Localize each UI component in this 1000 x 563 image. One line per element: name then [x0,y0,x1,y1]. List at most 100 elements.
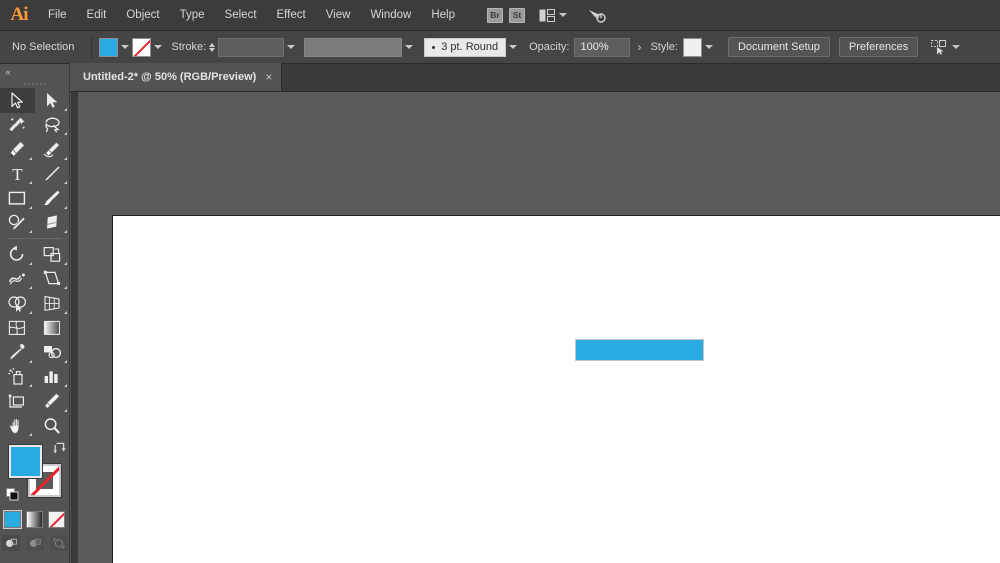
canvas-area[interactable] [71,92,1000,563]
menu-item-window[interactable]: Window [360,0,421,31]
menu-item-file[interactable]: File [38,0,77,31]
paintbrush-tool[interactable] [35,186,70,211]
width-tool[interactable] [0,267,35,292]
rotate-tool-icon [9,245,24,262]
stroke-weight-label: Stroke: [171,41,207,53]
draw-normal-button[interactable] [1,535,20,551]
menu-item-type[interactable]: Type [170,0,215,31]
color-mode-button[interactable] [3,510,22,529]
stroke-swatch-dropdown[interactable] [151,38,165,57]
lasso-tool[interactable] [35,113,70,138]
document-setup-button[interactable]: Document Setup [727,37,830,57]
opacity-label: Opacity: [529,41,570,53]
fill-color-swatch[interactable] [99,37,119,57]
symbol-sprayer-tool-icon [7,367,23,385]
stroke-weight-input[interactable] [218,37,285,57]
free-transform-tool[interactable] [35,267,70,292]
blend-tool[interactable] [35,340,70,365]
menu-item-select[interactable]: Select [215,0,267,31]
brush-definition-label: 3 pt. Round [441,41,499,53]
pen-tool[interactable] [0,137,35,162]
opacity-more-options-button[interactable]: › [630,40,648,54]
artboard-tool-icon [8,394,25,408]
artboard-tool[interactable] [0,389,35,414]
collapse-tools-panel-button[interactable]: « [0,64,70,79]
zoom-tool[interactable] [35,414,70,439]
swap-fill-stroke-icon[interactable] [52,442,66,458]
tool-group-indicator [63,261,67,265]
mesh-tool[interactable] [0,316,35,341]
graphic-style-dropdown[interactable] [702,38,716,57]
menu-bar: Ai File Edit Object Type Select Effect V… [0,0,1000,31]
variable-width-profile-input[interactable] [304,37,403,57]
stepper-down-icon [209,47,216,52]
gradient-mode-button[interactable] [26,511,43,528]
default-swatch-glyph [5,488,18,501]
blue-rectangle[interactable] [575,339,704,361]
shaper-tool[interactable] [0,211,35,236]
tools-panel-grip[interactable] [0,79,70,88]
chevron-down-icon [559,13,567,17]
rotate-tool[interactable] [0,242,35,267]
menu-item-view[interactable]: View [316,0,361,31]
select-similar-objects-icon [931,39,947,55]
paintbrush-tool-icon [44,190,60,206]
draw-inside-button[interactable] [49,535,68,551]
menu-item-object[interactable]: Object [116,0,169,31]
line-segment-tool[interactable] [35,162,70,187]
shape-builder-tool[interactable] [0,291,35,316]
rectangle-tool[interactable] [0,186,35,211]
menu-item-edit[interactable]: Edit [77,0,117,31]
bridge-icon[interactable]: Br [487,7,503,23]
preferences-button[interactable]: Preferences [838,37,919,57]
variable-width-profile-dropdown[interactable] [402,38,416,57]
stroke-weight-dropdown[interactable] [284,38,298,57]
artboard[interactable] [112,215,1000,563]
selection-tool[interactable] [0,88,35,113]
close-icon[interactable]: × [265,71,272,83]
menu-item-help[interactable]: Help [421,0,465,31]
fill-swatch[interactable] [7,444,43,479]
menu-item-effect[interactable]: Effect [267,0,316,31]
stock-icon[interactable]: St [509,7,525,23]
draw-behind-button[interactable] [25,535,44,551]
type-tool-icon: T [12,165,23,182]
column-graph-tool-icon [44,371,58,384]
perspective-grid-tool[interactable] [35,291,70,316]
magic-wand-tool[interactable] [0,113,35,138]
shaper-tool-icon [8,214,25,231]
tool-group-indicator [28,261,32,265]
direct-selection-tool-icon [46,92,57,108]
chevron-down-icon [952,45,961,49]
curvature-tool[interactable] [35,137,70,162]
workspace-switcher-icon[interactable] [587,7,607,24]
hand-tool[interactable] [0,414,35,439]
document-tab[interactable]: Untitled-2* @ 50% (RGB/Preview) × [70,63,283,91]
selection-status: No Selection [12,41,75,53]
default-fill-stroke-icon[interactable] [5,488,19,504]
opacity-input[interactable]: 100% [574,37,631,57]
direct-selection-tool[interactable] [35,88,70,113]
fill-swatch-dropdown[interactable] [118,38,132,57]
brush-definition-select[interactable]: 3 pt. Round [424,37,507,57]
stroke-weight-stepper[interactable] [206,42,218,52]
column-graph-tool[interactable] [35,365,70,390]
brush-definition-dropdown[interactable] [506,38,520,57]
illustrator-window: Ai File Edit Object Type Select Effect V… [0,0,1000,563]
tool-group-indicator [28,384,32,387]
arrange-documents-icon[interactable] [539,8,567,22]
shape-builder-tool-icon [7,296,26,312]
tool-group-indicator [63,384,67,387]
slice-tool[interactable] [35,389,70,414]
tool-group-indicator [28,310,32,314]
select-similar-objects-button[interactable] [931,39,961,55]
gradient-tool[interactable] [35,316,70,341]
stroke-color-swatch[interactable] [132,37,152,57]
eraser-tool[interactable] [35,211,70,236]
symbol-sprayer-tool[interactable] [0,365,35,390]
eyedropper-tool[interactable] [0,340,35,365]
scale-tool[interactable] [35,242,70,267]
graphic-style-swatch[interactable] [682,37,702,57]
type-tool[interactable]: T [0,162,35,187]
none-mode-button[interactable] [48,511,65,528]
